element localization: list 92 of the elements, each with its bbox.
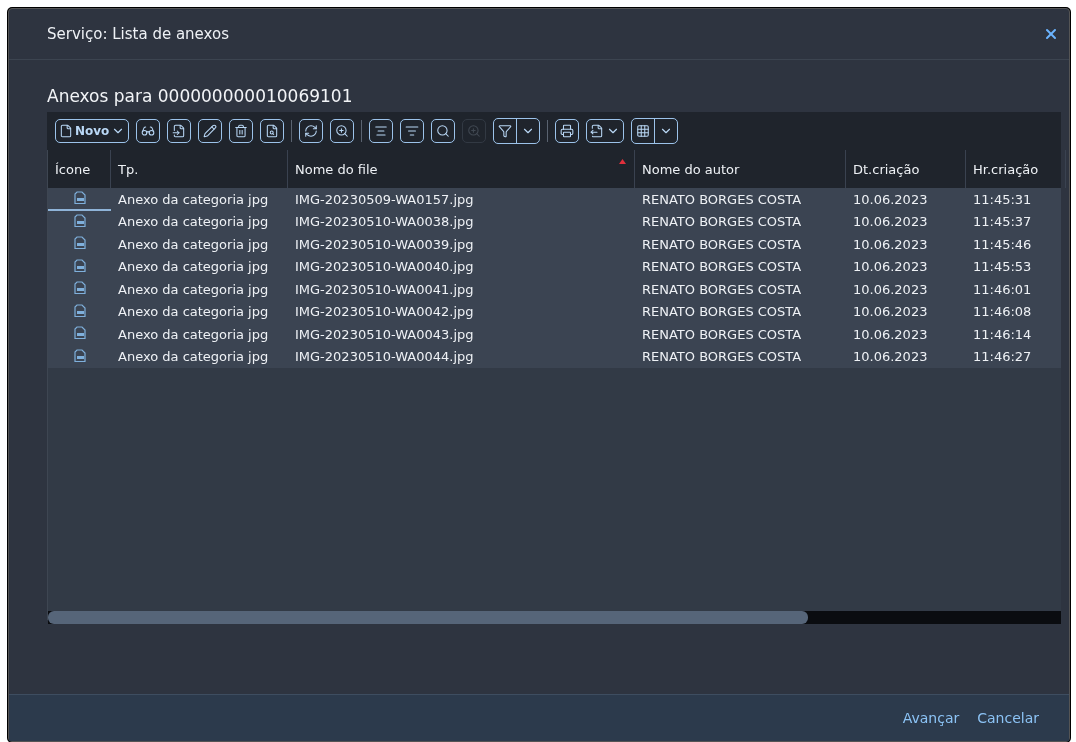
table-cell-text: IMG-20230510-WA0043.jpg xyxy=(294,325,475,344)
table-cell-text: Anexo da categoria jpg xyxy=(117,213,270,232)
toolbar-button[interactable] xyxy=(136,119,161,143)
table-cell-text: RENATO BORGES COSTA xyxy=(641,280,803,299)
table-cell-text: 11:45:46 xyxy=(972,235,1033,254)
table-cell-text: 10.06.2023 xyxy=(852,280,929,299)
table-cell-text: 10.06.2023 xyxy=(852,348,929,367)
jpg-file-icon xyxy=(73,258,86,273)
table-cell-text: Anexo da categoria jpg xyxy=(117,348,270,367)
toolbar-button[interactable] xyxy=(369,119,394,143)
printer-icon xyxy=(560,124,575,138)
table-cell-text: 11:45:31 xyxy=(972,190,1033,209)
table-cell-text: 11:45:37 xyxy=(972,213,1033,232)
menu-button[interactable]: Novo xyxy=(55,119,130,143)
refresh-icon xyxy=(304,124,319,138)
import-icon xyxy=(172,124,187,138)
search-icon xyxy=(436,124,451,138)
toolbar-button[interactable] xyxy=(400,119,425,143)
toolbar-button[interactable] xyxy=(260,119,285,143)
section-heading: Anexos para 000000000010069101 xyxy=(47,86,354,106)
table-cell-text: IMG-20230510-WA0038.jpg xyxy=(294,213,475,232)
table-cell-text: 11:46:14 xyxy=(972,325,1033,344)
menu-button[interactable] xyxy=(586,119,625,143)
toolbar-button[interactable] xyxy=(555,119,580,143)
table-cell-text: IMG-20230510-WA0040.jpg xyxy=(294,258,475,277)
table-cell-text: RENATO BORGES COSTA xyxy=(641,190,803,209)
table-cell-text: Anexo da categoria jpg xyxy=(117,280,270,299)
table-cell-text: Anexo da categoria jpg xyxy=(117,235,270,254)
close-icon xyxy=(1043,26,1059,42)
toolbar-button[interactable] xyxy=(167,119,192,143)
table-row[interactable]: Anexo da categoria jpg IMG-20230510-WA0039.jpg RENATO BORGES COSTA 10.06.2023 11:45:46 xyxy=(48,233,1061,256)
table-cell-text: RENATO BORGES COSTA xyxy=(641,348,803,367)
table-row[interactable]: Anexo da categoria jpg IMG-20230509-WA0157.jpg RENATO BORGES COSTA 10.06.2023 11:45:31 xyxy=(48,188,1061,211)
table-cell-text: IMG-20230510-WA0044.jpg xyxy=(294,348,475,367)
footer-button[interactable]: Avançar xyxy=(902,710,960,726)
table-cell-text: 11:46:01 xyxy=(972,280,1033,299)
filter-lines-icon xyxy=(405,124,420,138)
document-icon xyxy=(59,124,73,138)
zoom-in-icon xyxy=(467,124,482,138)
table-row[interactable]: Anexo da categoria jpg IMG-20230510-WA0044.jpg RENATO BORGES COSTA 10.06.2023 11:46:27 xyxy=(48,345,1061,368)
pencil-icon xyxy=(203,124,218,138)
jpg-file-icon xyxy=(73,303,86,318)
table-cell-text: 10.06.2023 xyxy=(852,213,929,232)
table-cell-text: RENATO BORGES COSTA xyxy=(641,213,803,232)
jpg-file-icon xyxy=(73,326,86,341)
toolbar-button[interactable] xyxy=(229,119,254,143)
table-cell-text: Anexo da categoria jpg xyxy=(117,303,270,322)
table-cell-text: IMG-20230510-WA0039.jpg xyxy=(294,235,475,254)
trash-icon xyxy=(234,124,249,138)
dialog-title: Serviço: Lista de anexos xyxy=(47,25,229,43)
table-cell-text: IMG-20230509-WA0157.jpg xyxy=(294,190,475,209)
toolbar-button[interactable] xyxy=(431,119,456,143)
table-cell-text: 11:46:08 xyxy=(972,303,1033,322)
table-cell-text: 10.06.2023 xyxy=(852,303,929,322)
table-cell-text: Anexo da categoria jpg xyxy=(117,325,270,344)
sort-icon xyxy=(374,124,389,138)
table-cell-text: 10.06.2023 xyxy=(852,258,929,277)
table-cell-text: RENATO BORGES COSTA xyxy=(641,325,803,344)
table-row[interactable]: Anexo da categoria jpg IMG-20230510-WA0043.jpg RENATO BORGES COSTA 10.06.2023 11:46:14 xyxy=(48,323,1061,346)
footer-button[interactable]: Cancelar xyxy=(977,710,1039,726)
document-search-icon xyxy=(265,124,280,138)
toolbar-button[interactable] xyxy=(198,119,223,143)
jpg-file-icon xyxy=(73,213,86,228)
toolbar-button[interactable] xyxy=(330,119,355,143)
grid-settings-icon xyxy=(636,124,651,138)
table-cell-text: 11:45:53 xyxy=(972,258,1033,277)
table-cell-text: 10.06.2023 xyxy=(852,325,929,344)
table-cell-text: RENATO BORGES COSTA xyxy=(641,303,803,322)
table-cell-text: 11:46:27 xyxy=(972,348,1033,367)
table-cell-text: IMG-20230510-WA0042.jpg xyxy=(294,303,475,322)
table-row[interactable]: Anexo da categoria jpg IMG-20230510-WA0038.jpg RENATO BORGES COSTA 10.06.2023 11:45:37 xyxy=(48,210,1061,233)
table-cell-text: Anexo da categoria jpg xyxy=(117,190,270,209)
filter-icon xyxy=(498,124,513,138)
zoom-icon xyxy=(335,124,350,138)
toolbar-button[interactable] xyxy=(299,119,324,143)
table-row[interactable]: Anexo da categoria jpg IMG-20230510-WA0042.jpg RENATO BORGES COSTA 10.06.2023 11:46:08 xyxy=(48,300,1061,323)
table-cell-text: 10.06.2023 xyxy=(852,235,929,254)
table-cell-text: RENATO BORGES COSTA xyxy=(641,258,803,277)
glasses-icon xyxy=(141,124,156,138)
jpg-file-icon xyxy=(73,236,86,251)
export-icon xyxy=(590,124,605,138)
table-cell-text: 10.06.2023 xyxy=(852,190,929,209)
jpg-file-icon xyxy=(73,348,86,363)
jpg-file-icon xyxy=(73,191,86,206)
table-row[interactable]: Anexo da categoria jpg IMG-20230510-WA0041.jpg RENATO BORGES COSTA 10.06.2023 11:46:01 xyxy=(48,278,1061,301)
table-cell-text: RENATO BORGES COSTA xyxy=(641,235,803,254)
scrollbar-thumb[interactable] xyxy=(48,611,808,624)
table-row[interactable]: Anexo da categoria jpg IMG-20230510-WA0040.jpg RENATO BORGES COSTA 10.06.2023 11:45:53 xyxy=(48,255,1061,278)
horizontal-scrollbar[interactable] xyxy=(48,611,1061,624)
table-cell-text: IMG-20230510-WA0041.jpg xyxy=(294,280,475,299)
jpg-file-icon xyxy=(73,281,86,296)
table-cell-text: Anexo da categoria jpg xyxy=(117,258,270,277)
